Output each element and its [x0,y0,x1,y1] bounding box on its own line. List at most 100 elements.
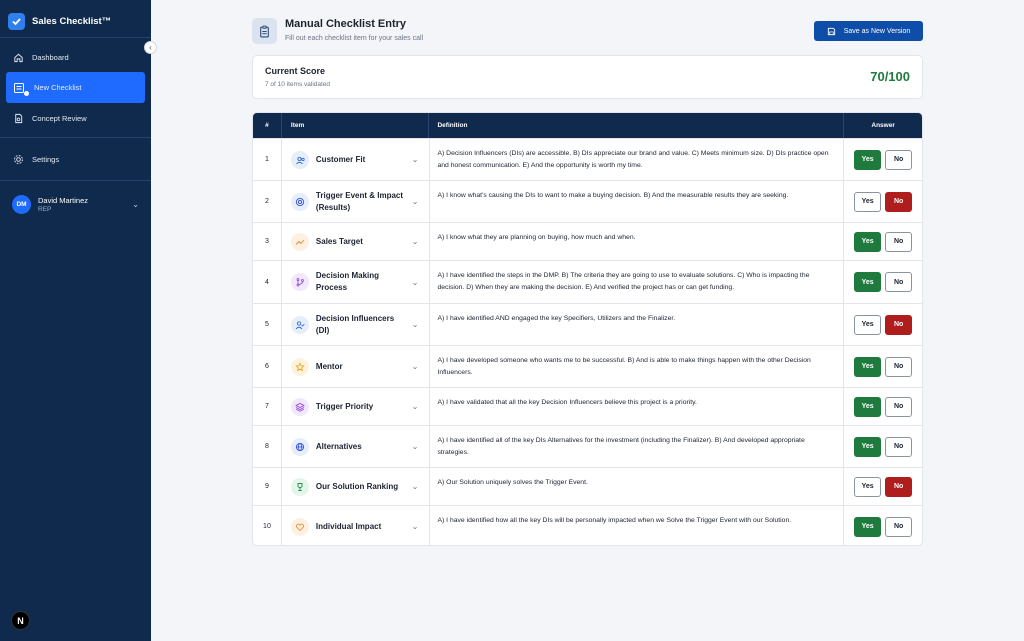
save-icon [827,27,836,36]
item-definition: A) Our Solution uniquely solves the Trig… [430,468,845,505]
no-button[interactable]: No [885,476,913,497]
no-button[interactable]: No [885,314,913,335]
sidebar-item-settings[interactable]: Settings [0,144,151,174]
n-badge[interactable]: N [11,611,30,630]
table-row: 3 Sales Target ⌄ A) I know what they are pl… [253,222,922,260]
brand[interactable]: Sales Checklist™ [0,0,151,34]
row-number: 6 [253,346,282,387]
chevron-down-icon[interactable]: ⌄ [412,237,419,246]
row-number: 7 [253,388,282,425]
no-button[interactable]: No [885,272,913,292]
item-definition: A) I know what they are planning on buyi… [430,223,845,260]
no-button[interactable]: No [885,231,913,252]
answer-group: Yes No [844,181,922,222]
item-dropdown[interactable]: Decision Influencers (DI) ⌄ [282,304,430,345]
chevron-down-icon[interactable]: ⌄ [412,442,419,451]
item-label: Alternatives [315,441,362,451]
answer-group: Yes No [844,261,922,303]
item-dropdown[interactable]: Individual Impact ⌄ [282,506,430,545]
star-icon [290,357,309,376]
user-menu[interactable]: DM David Martinez REP ⌄ [0,189,151,219]
yes-button[interactable]: Yes [854,396,882,417]
item-dropdown[interactable]: Trigger Priority ⌄ [282,388,430,425]
row-number: 8 [253,426,282,467]
item-dropdown[interactable]: Decision Making Process ⌄ [282,261,430,303]
chevron-down-icon[interactable]: ⌄ [412,482,419,491]
document-icon [12,112,25,125]
row-number: 5 [253,304,282,345]
sidebar-item-concept-review[interactable]: Concept Review [0,103,151,133]
clipboard-icon [252,18,277,44]
row-number: 2 [253,181,282,222]
chevron-down-icon[interactable]: ⌄ [412,402,419,411]
sidebar-item-label: Dashboard [32,52,69,62]
active-indicator [24,91,29,96]
answer-group: Yes No [844,388,922,425]
yes-button[interactable]: Yes [854,436,882,457]
sidebar: Sales Checklist™ Dashboard New Checklist… [0,0,151,641]
item-label: Sales Target [315,236,363,246]
answer-group: Yes No [844,304,922,345]
yes-button[interactable]: Yes [854,314,882,335]
answer-group: Yes No [844,346,922,387]
users-icon [290,150,309,169]
row-number: 10 [253,506,282,545]
chevron-down-icon: ⌄ [132,199,139,209]
no-button[interactable]: No [885,356,913,377]
yes-button[interactable]: Yes [854,231,882,252]
branch-icon [290,273,309,291]
app-name: Sales Checklist™ [32,15,112,27]
no-button[interactable]: No [885,191,913,212]
chevron-down-icon[interactable]: ⌄ [412,197,419,206]
table-row: 5 Decision Influencers (DI) ⌄ A) I have ide… [253,303,922,345]
no-button[interactable]: No [885,149,913,170]
item-dropdown[interactable]: Customer Fit ⌄ [282,139,430,180]
save-button-label: Save as New Version [843,27,911,35]
yes-button[interactable]: Yes [854,191,882,212]
avatar: DM [12,194,31,214]
chevron-down-icon[interactable]: ⌄ [412,362,419,371]
no-button[interactable]: No [885,516,913,537]
table-row: 6 Mentor ⌄ A) I have developed someone who … [253,345,922,387]
chevron-down-icon[interactable]: ⌄ [412,278,419,287]
table-row: 7 Trigger Priority ⌄ A) I have validated th… [253,387,922,425]
item-dropdown[interactable]: Trigger Event & Impact (Results) ⌄ [282,181,430,222]
sidebar-item-dashboard[interactable]: Dashboard [0,42,151,72]
yes-button[interactable]: Yes [854,356,882,377]
score-subtitle: 7 of 10 items validated [265,81,331,88]
chevron-down-icon[interactable]: ⌄ [412,320,419,329]
collapse-sidebar-button[interactable]: ‹ [144,41,157,54]
page-title: Manual Checklist Entry [285,18,407,30]
item-dropdown[interactable]: Our Solution Ranking ⌄ [282,468,430,505]
yes-button[interactable]: Yes [854,149,882,170]
yes-button[interactable]: Yes [854,272,882,292]
page-header: Manual Checklist Entry Fill out each che… [252,17,923,47]
item-label: Mentor [315,361,343,371]
table-row: 2 Trigger Event & Impact (Results) ⌄ A) I k… [253,180,922,222]
user-check-icon [290,315,309,334]
heart-icon [290,517,309,536]
item-definition: A) I have identified how all the key DIs… [430,506,845,545]
sidebar-item-label: Concept Review [32,113,87,123]
user-role: REP [38,205,52,213]
answer-group: Yes No [844,223,922,260]
table-row: 10 Individual Impact ⌄ A) I have identified… [253,505,922,545]
chevron-down-icon[interactable]: ⌄ [412,522,419,531]
item-dropdown[interactable]: Mentor ⌄ [282,346,430,387]
item-dropdown[interactable]: Sales Target ⌄ [282,223,430,260]
item-definition: A) I have identified the steps in the DM… [430,261,845,303]
answer-group: Yes No [844,426,922,467]
chevron-down-icon[interactable]: ⌄ [412,155,419,164]
yes-button[interactable]: Yes [854,516,882,537]
no-button[interactable]: No [885,396,913,417]
answer-group: Yes No [844,139,922,180]
no-button[interactable]: No [885,436,913,457]
row-number: 1 [253,139,282,180]
globe-icon [290,437,309,456]
item-dropdown[interactable]: Alternatives ⌄ [282,426,430,467]
sidebar-item-new-checklist[interactable]: New Checklist [6,72,145,103]
save-as-new-version-button[interactable]: Save as New Version [814,21,923,41]
score-card: Current Score 7 of 10 items validated 70… [252,55,923,99]
yes-button[interactable]: Yes [854,476,882,497]
user-name: David Martinez [38,195,89,205]
